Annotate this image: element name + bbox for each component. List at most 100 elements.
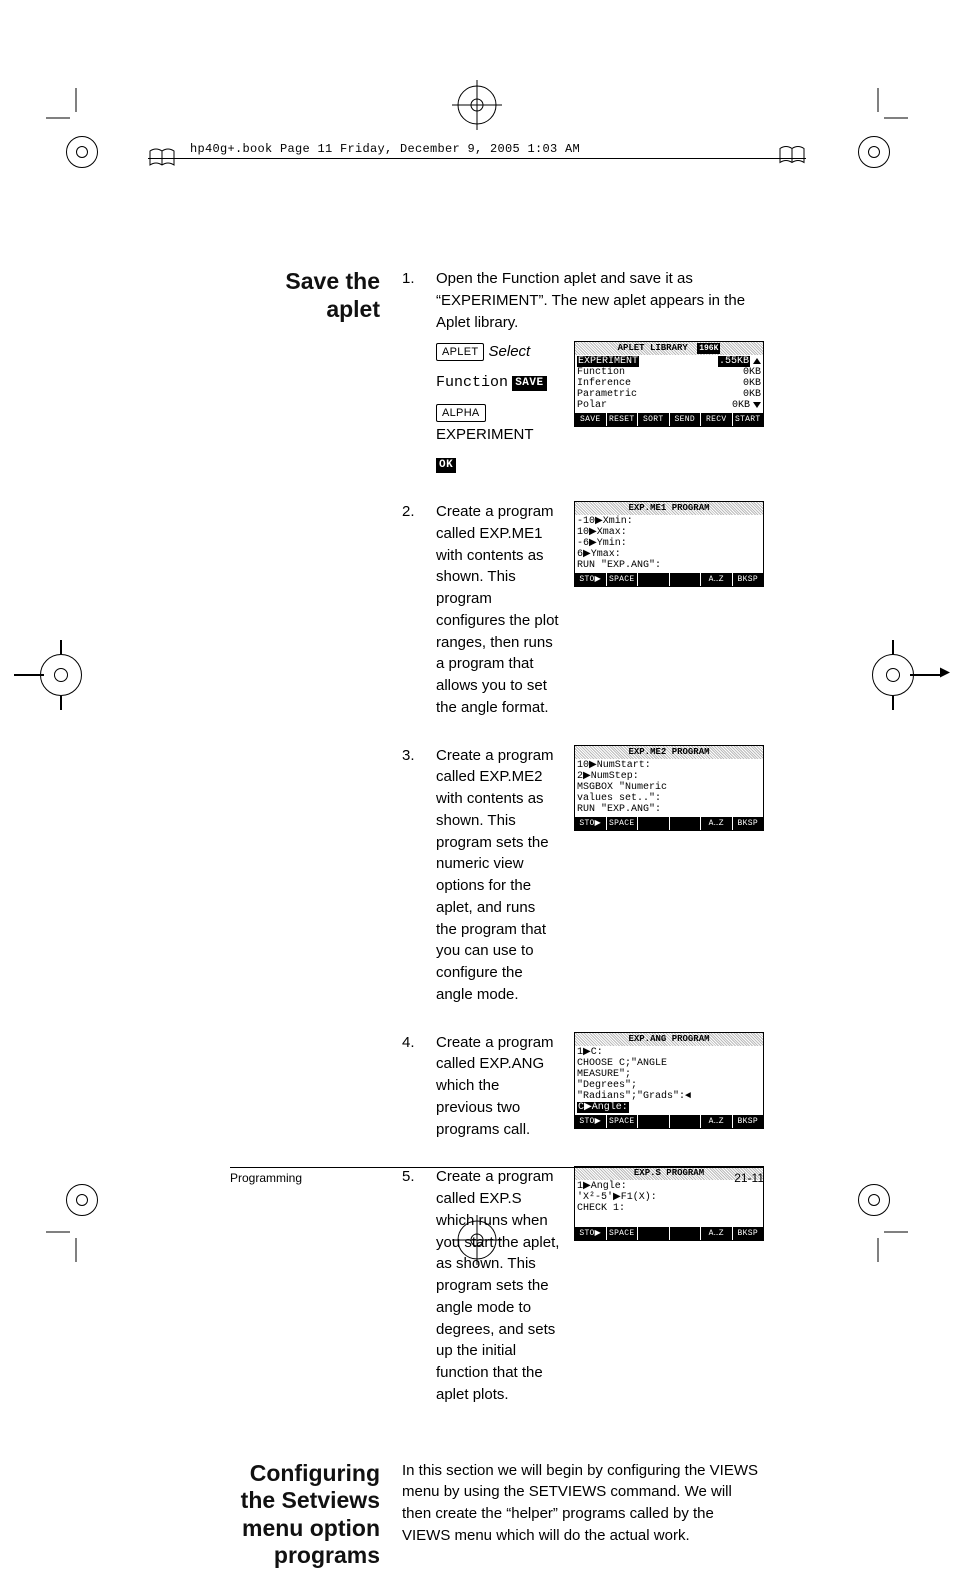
code-line: values set..":	[577, 793, 761, 804]
step-number: 2.	[402, 501, 424, 727]
header-arrow-icon	[778, 145, 806, 172]
crop-mark-tr	[872, 88, 908, 124]
softkey	[670, 817, 702, 830]
screen-exp-me2: EXP.ME2 PROGRAM 10▶NumStart: 2▶NumStep: …	[574, 745, 764, 831]
step-number: 3.	[402, 745, 424, 1014]
footer-right: 21-11	[734, 1171, 764, 1185]
code-line: 2▶NumStep:	[577, 771, 761, 782]
function-text: Function	[436, 374, 508, 391]
step-number: 4.	[402, 1032, 424, 1149]
side-mark-left	[40, 654, 82, 696]
list-size: 0KB	[732, 400, 750, 411]
footer-left: Programming	[230, 1171, 302, 1185]
code-line: CHOOSE C;"ANGLE	[577, 1058, 761, 1069]
experiment-text: EXPERIMENT	[436, 426, 534, 443]
center-mark-top	[452, 80, 502, 135]
keystroke-line: ALPHA EXPERIMENT	[436, 402, 560, 446]
softkey: BKSP	[733, 573, 764, 586]
code-line: 1▶C:	[577, 1047, 761, 1058]
select-label: Select	[489, 343, 531, 360]
softkey: BKSP	[733, 1227, 764, 1240]
step-text: Create a program called EXP.ANG which th…	[436, 1032, 560, 1141]
register-ring	[66, 1184, 96, 1214]
softkey	[670, 573, 702, 586]
code-line: 10▶NumStart:	[577, 760, 761, 771]
list-item: Function	[577, 367, 625, 378]
mem-badge: 196K	[697, 343, 720, 354]
list-item: Polar	[577, 400, 607, 411]
screen-title: APLET LIBRARY	[618, 343, 688, 354]
list-item: Inference	[577, 378, 631, 389]
softkey	[638, 1227, 670, 1240]
softkey: RESET	[607, 413, 639, 426]
softkey: SPACE	[607, 1227, 639, 1240]
list-item: EXPERIMENT	[577, 356, 639, 367]
screen-aplet-library: APLET LIBRARY 196K EXPERIMENT .55KB Funct…	[574, 341, 764, 427]
softkey	[638, 1115, 670, 1128]
list-size: 0KB	[743, 367, 761, 378]
up-arrow-icon	[753, 358, 761, 364]
code-line: CHECK 1:	[577, 1203, 761, 1214]
code-line: MEASURE";	[577, 1069, 761, 1080]
code-line: 6▶Ymax:	[577, 549, 761, 560]
code-line: "Degrees";	[577, 1080, 761, 1091]
alpha-key: ALPHA	[436, 404, 486, 422]
code-line: 10▶Xmax:	[577, 527, 761, 538]
header-rule	[148, 158, 806, 159]
save-softkey: SAVE	[512, 376, 546, 391]
step-text: Create a program called EXP.S which runs…	[436, 1166, 560, 1405]
code-line: RUN "EXP.ANG":	[577, 804, 761, 815]
register-ring	[858, 1184, 888, 1214]
softkey: STO▶	[575, 1227, 607, 1240]
register-ring	[66, 136, 96, 166]
step-number: 5.	[402, 1166, 424, 1413]
code-line: -6▶Ymin:	[577, 538, 761, 549]
softkey: A…Z	[701, 1115, 733, 1128]
softkey: BKSP	[733, 1115, 764, 1128]
softkey: A…Z	[701, 1227, 733, 1240]
crop-mark-tl	[46, 88, 82, 124]
softkey: SPACE	[607, 1115, 639, 1128]
side-mark-right	[872, 654, 914, 696]
softkey: STO▶	[575, 1115, 607, 1128]
softkey	[638, 573, 670, 586]
section-title-save-aplet: Save the aplet	[230, 268, 380, 323]
keystroke-line: APLET Select	[436, 341, 560, 363]
crop-mark-bl	[46, 1226, 82, 1262]
register-ring	[858, 136, 888, 166]
code-line: "Radians";"Grads":◄	[577, 1091, 761, 1102]
softkey: SEND	[670, 413, 702, 426]
keystroke-line: Function SAVE	[436, 371, 560, 394]
list-size: .55KB	[718, 356, 750, 367]
list-size: 0KB	[743, 389, 761, 400]
softkey: SORT	[638, 413, 670, 426]
softkey	[638, 817, 670, 830]
softkey: SPACE	[607, 817, 639, 830]
screen-title: EXP.ME2 PROGRAM	[628, 747, 709, 758]
softkey	[670, 1115, 702, 1128]
code-line: -10▶Xmin:	[577, 516, 761, 527]
configure-body: In this section we will begin by configu…	[402, 1460, 764, 1547]
keystroke-line: OK	[436, 453, 560, 475]
softkey: A…Z	[701, 817, 733, 830]
softkey: SPACE	[607, 573, 639, 586]
step-text: Open the Function aplet and save it as “…	[436, 268, 764, 333]
step-text: Create a program called EXP.ME2 with con…	[436, 745, 560, 1006]
code-line: RUN "EXP.ANG":	[577, 560, 761, 571]
header-book-info: hp40g+.book Page 11 Friday, December 9, …	[190, 142, 580, 156]
screen-title: EXP.ANG PROGRAM	[628, 1034, 709, 1045]
softkey: BKSP	[733, 817, 764, 830]
step-number: 1.	[402, 268, 424, 483]
code-line: C▶Angle:	[577, 1102, 629, 1113]
ok-softkey: OK	[436, 458, 456, 473]
list-size: 0KB	[743, 378, 761, 389]
list-item: Parametric	[577, 389, 637, 400]
softkey	[670, 1227, 702, 1240]
down-arrow-icon	[753, 402, 761, 408]
softkey: RECV	[701, 413, 733, 426]
softkey: STO▶	[575, 573, 607, 586]
screen-exp-me1: EXP.ME1 PROGRAM -10▶Xmin: 10▶Xmax: -6▶Ym…	[574, 501, 764, 587]
softkey: STO▶	[575, 817, 607, 830]
code-line: 'X²-5'▶F1(X):	[577, 1192, 761, 1203]
book-icon	[148, 147, 176, 169]
